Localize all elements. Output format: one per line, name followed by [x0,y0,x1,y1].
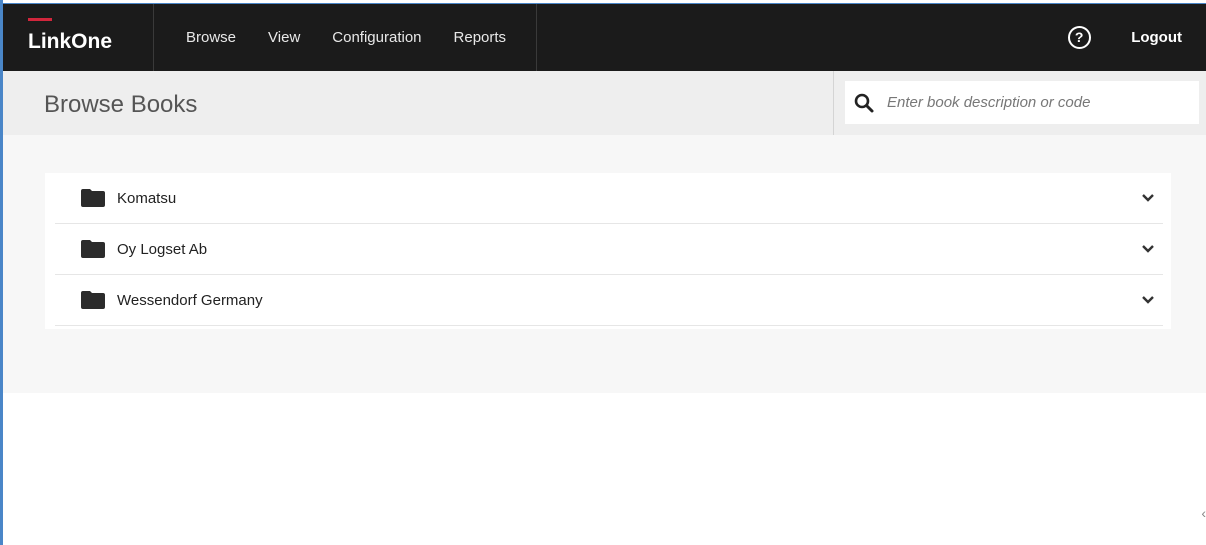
book-label: Oy Logset Ab [117,240,208,258]
search-icon[interactable] [853,92,875,114]
book-row-wessendorf-germany[interactable]: Wessendorf Germany [55,275,1163,326]
help-button[interactable]: ? [1039,4,1119,71]
book-row-oy-logset-ab[interactable]: Oy Logset Ab [55,224,1163,275]
help-icon: ? [1067,26,1091,49]
page-header: Browse Books [3,71,1206,135]
search-input[interactable] [885,93,1189,112]
book-row-komatsu[interactable]: Komatsu [55,173,1163,224]
search-box [845,81,1199,124]
nav-item-view[interactable]: View [236,29,300,46]
nav-item-reports[interactable]: Reports [422,29,537,46]
chevron-down-icon[interactable] [1141,242,1155,256]
content-area: Komatsu Oy Logset Ab Wessendorf Germany [3,135,1206,393]
book-list: Komatsu Oy Logset Ab Wessendorf Germany [45,173,1171,329]
main-nav: Browse View Configuration Reports [154,4,538,71]
brand-name: LinkOne [28,29,113,53]
header-divider [833,71,834,135]
page-title: Browse Books [44,91,198,118]
chevron-down-icon[interactable] [1141,191,1155,205]
top-navigation-bar: LinkOne Browse View Configuration Report… [3,3,1206,71]
chevron-left-icon[interactable]: ‹ [1201,505,1206,521]
nav-item-configuration[interactable]: Configuration [300,29,421,46]
folder-icon [81,189,105,207]
nav-item-browse[interactable]: Browse [154,29,236,46]
folder-icon [81,240,105,258]
book-label: Wessendorf Germany [117,291,263,309]
brand-accent-bar [28,18,52,21]
folder-icon [81,291,105,309]
book-label: Komatsu [117,189,177,207]
chevron-down-icon[interactable] [1141,293,1155,307]
brand-logo[interactable]: LinkOne [3,4,154,71]
logout-button[interactable]: Logout [1119,4,1206,71]
